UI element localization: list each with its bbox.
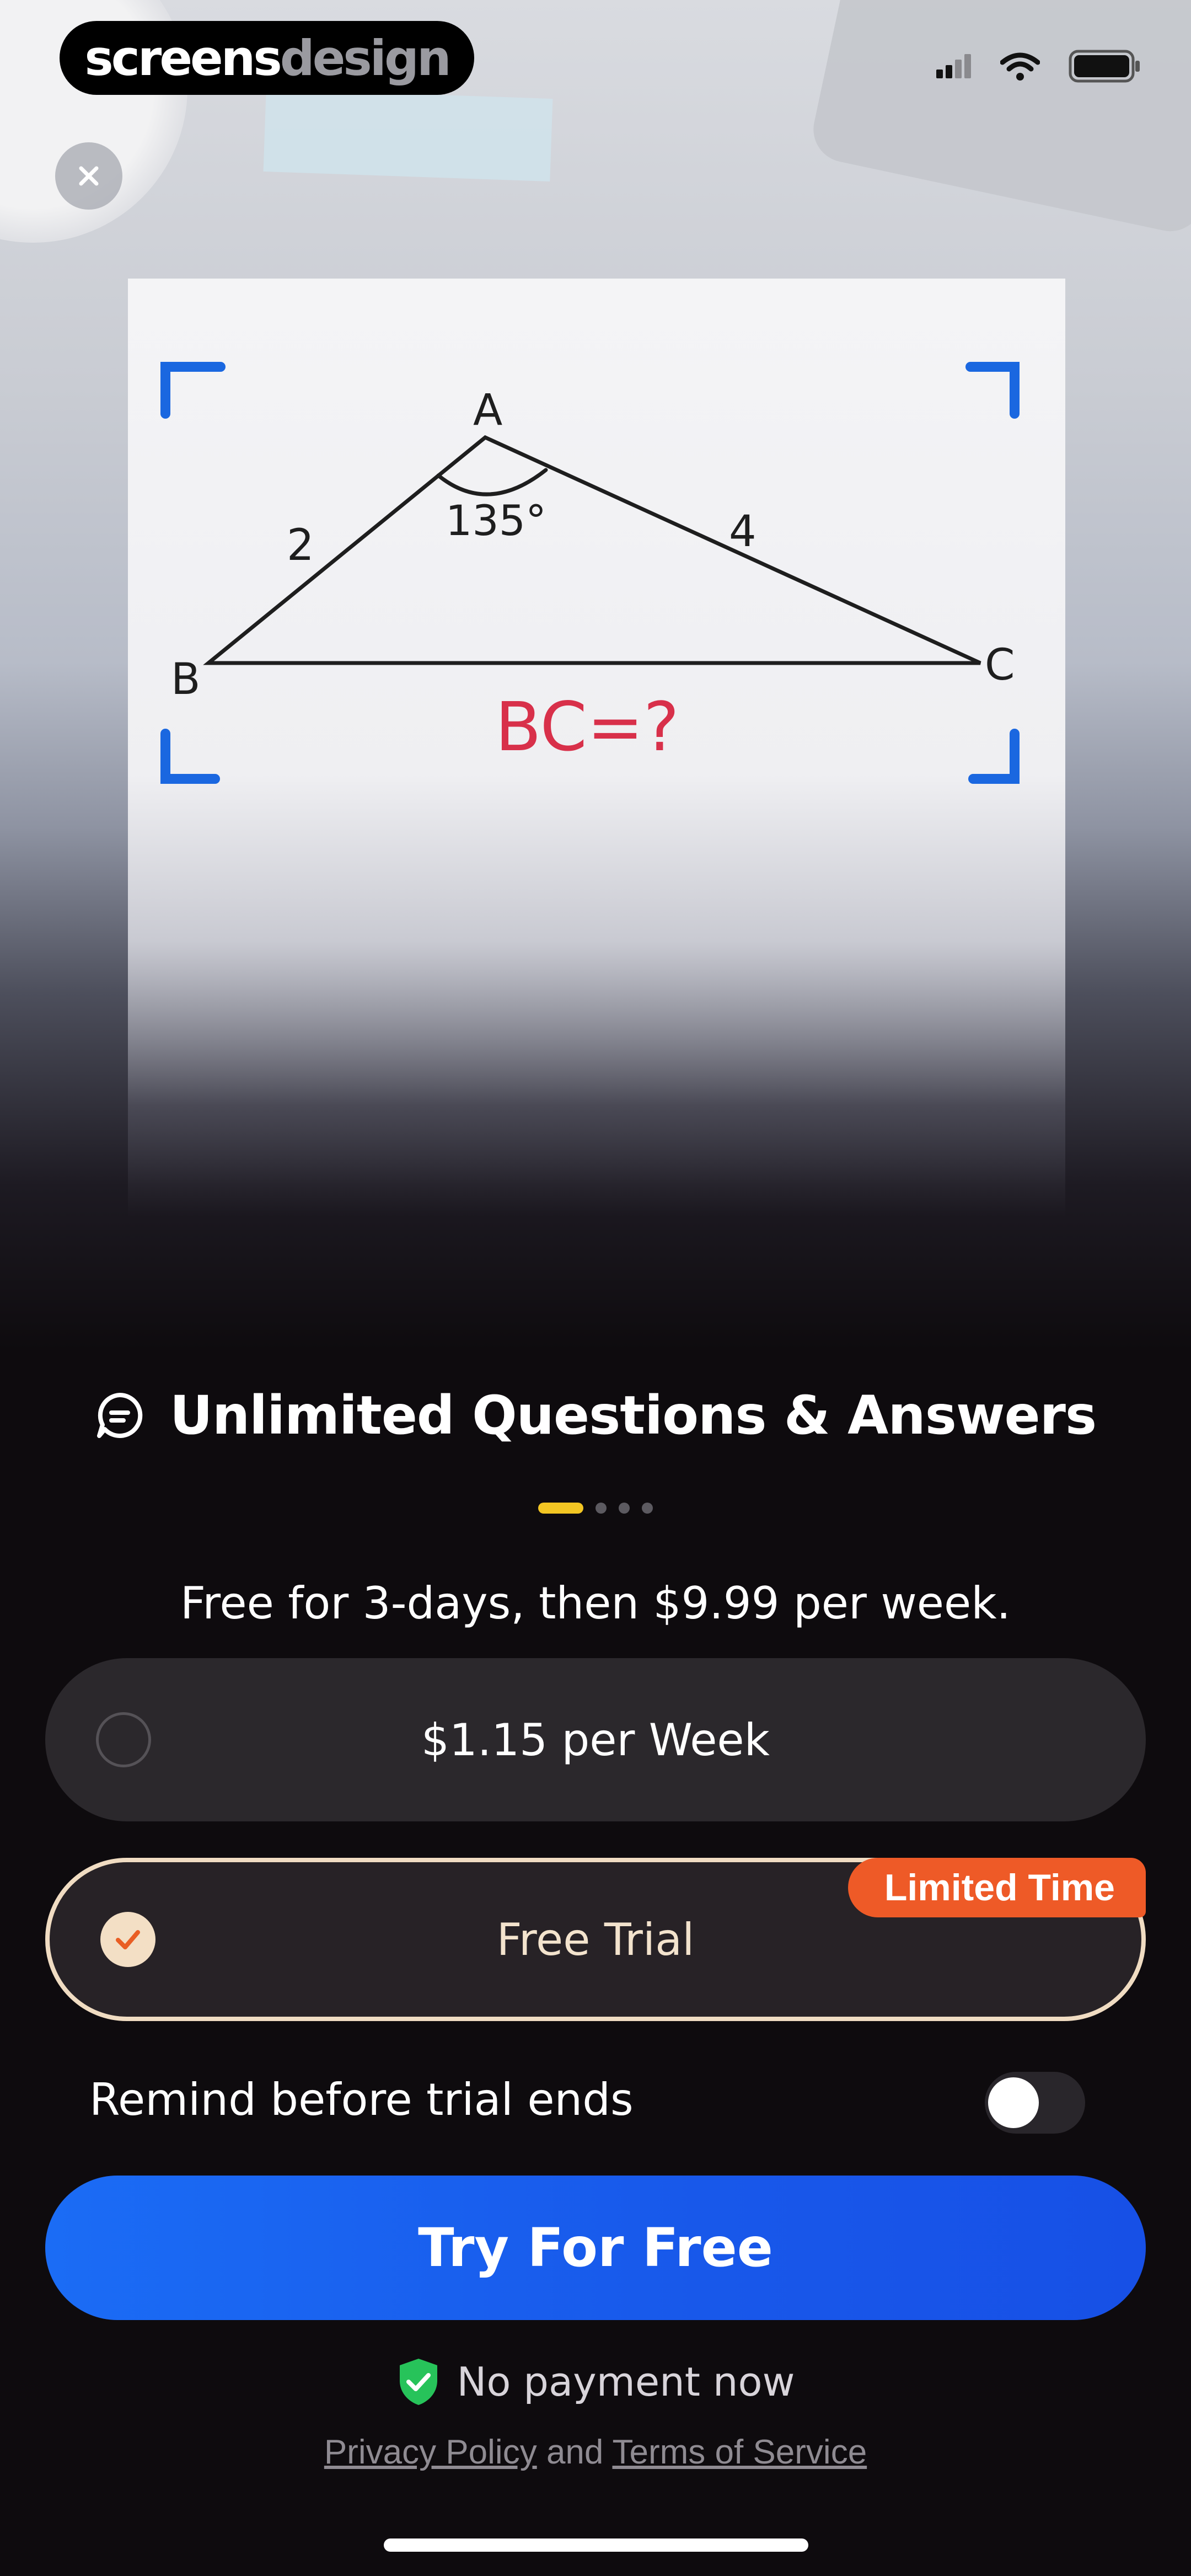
pagination-dot[interactable]	[596, 1503, 607, 1514]
feature-title: Unlimited Questions & Answers	[169, 1385, 1097, 1446]
cellular-signal-icon	[936, 54, 971, 78]
pagination-dot[interactable]	[642, 1503, 653, 1514]
status-bar	[936, 50, 1141, 83]
scan-corner-bottom-right	[968, 729, 1020, 784]
shield-check-icon	[399, 2359, 437, 2405]
home-indicator[interactable]	[384, 2538, 808, 2552]
privacy-policy-link[interactable]: Privacy Policy	[324, 2433, 537, 2471]
battery-icon	[1069, 50, 1140, 83]
chat-bubble-icon	[96, 1392, 143, 1438]
paywall-screen: A B C 2 4 135° BC=? screens design Unlim…	[0, 0, 1191, 2576]
scan-corner-top-left	[160, 362, 226, 419]
scan-corner-top-right	[965, 362, 1020, 419]
vertex-a-label: A	[473, 386, 502, 435]
reminder-toggle[interactable]	[985, 2072, 1085, 2134]
pagination-dot[interactable]	[619, 1503, 630, 1514]
radio-unselected[interactable]	[96, 1712, 151, 1767]
plan-label: $1.15 per Week	[421, 1714, 770, 1766]
vertex-c-label: C	[985, 640, 1015, 690]
terms-of-service-link[interactable]: Terms of Service	[613, 2433, 867, 2471]
no-payment-text: No payment now	[457, 2359, 795, 2405]
question-label: BC=?	[495, 688, 679, 766]
reminder-label: Remind before trial ends	[89, 2074, 634, 2125]
angle-arc	[436, 468, 548, 496]
try-for-free-button[interactable]: Try For Free	[45, 2176, 1146, 2320]
problem-drawing: A B C 2 4 135° BC=?	[160, 362, 1020, 784]
plan-option-free-trial[interactable]: Free Trial Limited Time	[45, 1858, 1146, 2021]
brand-logo: screens design	[60, 21, 474, 95]
plan-label: Free Trial	[496, 1914, 695, 1965]
vertex-b-label: B	[171, 655, 201, 704]
close-button[interactable]	[55, 142, 122, 210]
offer-text: Free for 3-days, then $9.99 per week.	[180, 1578, 1011, 1629]
toggle-knob	[988, 2077, 1039, 2128]
pagination-dot-active[interactable]	[538, 1503, 583, 1514]
plan-option-weekly[interactable]: $1.15 per Week	[45, 1658, 1146, 1821]
scan-corner-bottom-left	[160, 729, 220, 784]
triangle	[203, 435, 981, 665]
side-ac-label: 4	[729, 507, 757, 557]
hero-photo: A B C 2 4 135° BC=?	[0, 0, 1191, 1379]
side-ab-label: 2	[287, 521, 314, 570]
logo-accent-text: design	[280, 29, 452, 87]
checkmark-icon	[116, 1930, 140, 1949]
angle-a-label: 135°	[446, 496, 546, 545]
pagination-dots	[0, 1503, 1191, 1514]
limited-time-badge: Limited Time	[847, 1858, 1146, 1917]
wifi-icon	[1000, 52, 1040, 81]
legal-links: Privacy Policy and Terms of Service	[0, 2433, 1191, 2472]
no-payment-notice: No payment now	[0, 2356, 1191, 2407]
legal-joiner: and	[546, 2433, 604, 2471]
feature-headline: Unlimited Questions & Answers	[0, 1385, 1191, 1446]
logo-main-text: screens	[84, 29, 282, 87]
radio-selected[interactable]	[100, 1912, 155, 1967]
close-icon	[79, 166, 99, 186]
